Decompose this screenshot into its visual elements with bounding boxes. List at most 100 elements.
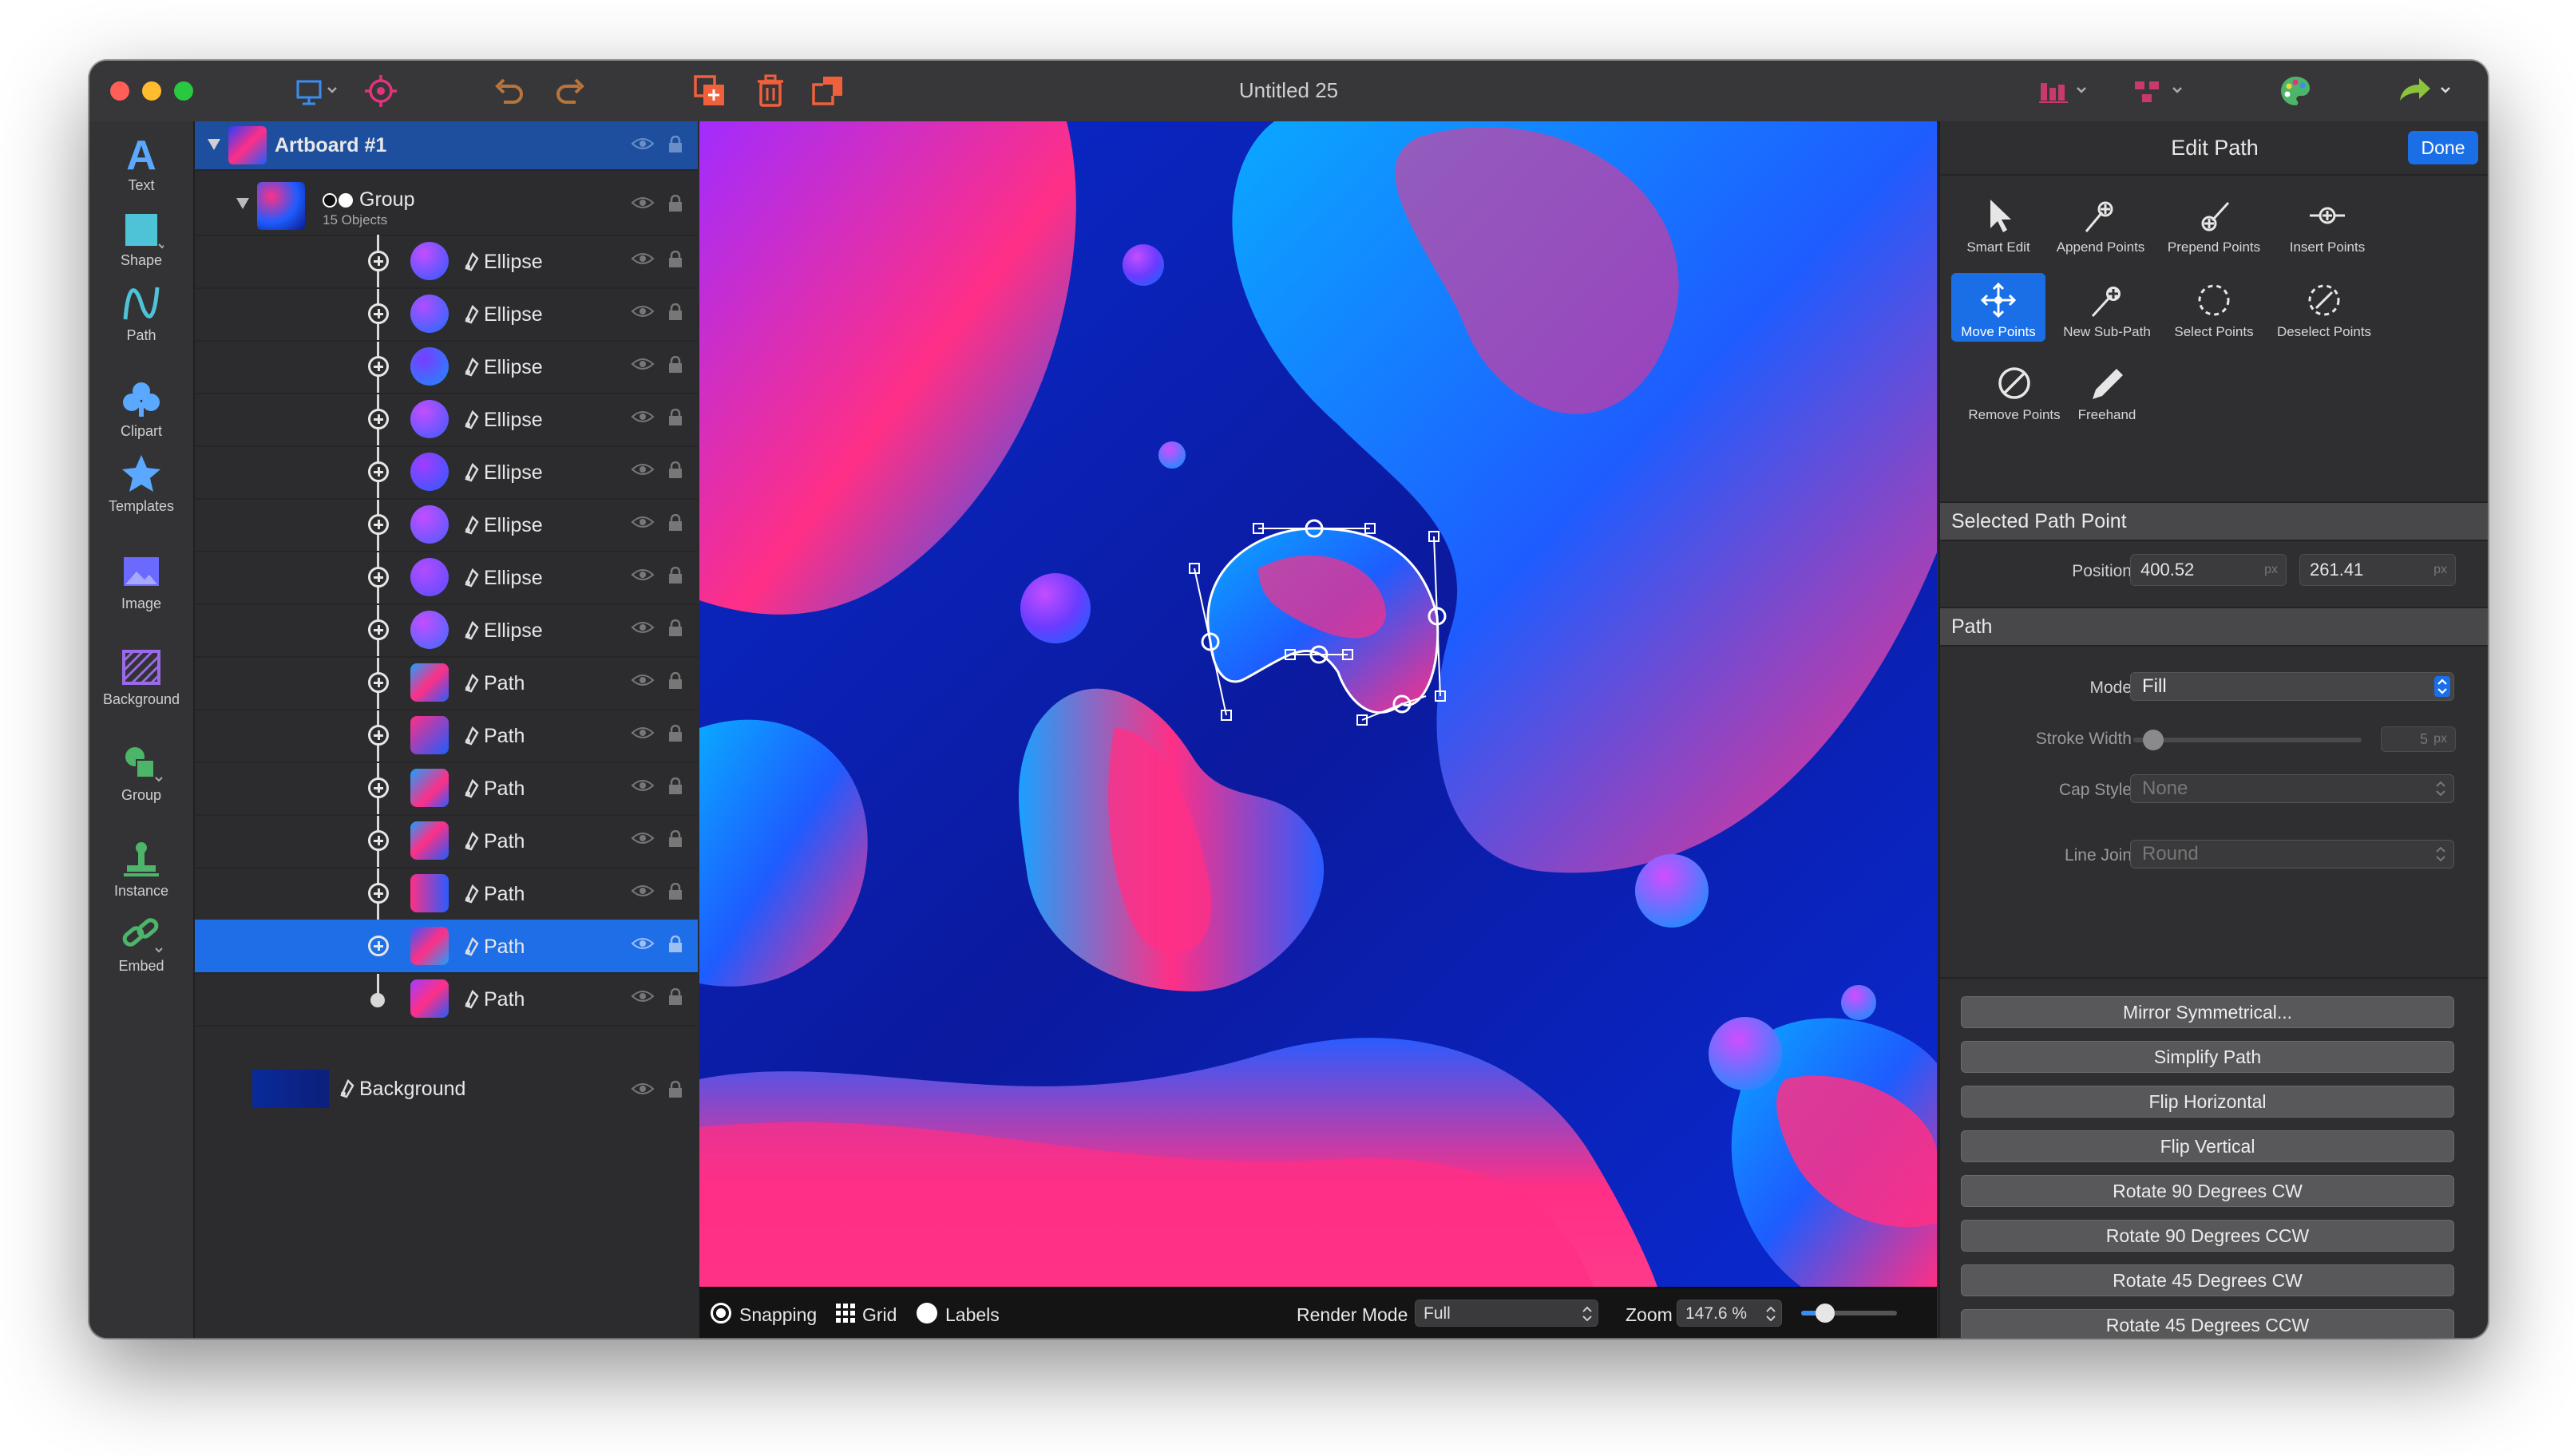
- expand-icon[interactable]: [368, 514, 389, 535]
- done-button[interactable]: Done: [2408, 131, 2478, 164]
- lock-icon[interactable]: [667, 725, 683, 742]
- eye-icon[interactable]: [631, 567, 655, 583]
- canvas[interactable]: [699, 121, 1937, 1287]
- action-button[interactable]: Rotate 90 Degrees CCW: [1961, 1220, 2454, 1252]
- path-tool-smart-edit[interactable]: Smart Edit: [1946, 188, 2050, 255]
- layer-row[interactable]: Path: [195, 920, 698, 974]
- expand-icon[interactable]: [368, 883, 389, 904]
- lock-icon[interactable]: [667, 461, 683, 479]
- eye-icon[interactable]: [631, 195, 655, 211]
- expand-icon[interactable]: [368, 777, 389, 798]
- path-tool-insert-points[interactable]: Insert Points: [2275, 188, 2379, 255]
- action-button[interactable]: Rotate 90 Degrees CW: [1961, 1175, 2454, 1207]
- stroke-width-field[interactable]: 5 px: [2381, 726, 2456, 752]
- lock-icon[interactable]: [667, 195, 683, 212]
- expand-icon[interactable]: [368, 409, 389, 429]
- layer-row[interactable]: Ellipse: [195, 498, 698, 552]
- expand-icon[interactable]: [368, 461, 389, 482]
- color-palette-button[interactable]: [2275, 72, 2315, 110]
- mode-select[interactable]: Fill: [2130, 672, 2454, 701]
- expand-icon[interactable]: [368, 725, 389, 746]
- path-tool-append-points[interactable]: Append Points: [2049, 188, 2152, 255]
- action-button[interactable]: Flip Horizontal: [1961, 1086, 2454, 1118]
- lock-icon[interactable]: [667, 619, 683, 637]
- expand-icon[interactable]: [368, 619, 389, 640]
- tool-embed[interactable]: Embed: [89, 910, 193, 975]
- tool-group[interactable]: Group: [89, 739, 193, 804]
- tool-text[interactable]: A Text: [89, 129, 193, 194]
- layer-row[interactable]: Path: [195, 762, 698, 816]
- lock-icon[interactable]: [667, 356, 683, 374]
- action-button[interactable]: Mirror Symmetrical...: [1961, 996, 2454, 1028]
- layer-row[interactable]: Ellipse: [195, 340, 698, 394]
- lock-icon[interactable]: [667, 883, 683, 900]
- lock-icon[interactable]: [667, 830, 683, 848]
- eye-icon[interactable]: [631, 777, 655, 793]
- eye-icon[interactable]: [631, 988, 655, 1004]
- path-tool-freehand[interactable]: Freehand: [2055, 356, 2159, 423]
- action-button[interactable]: Rotate 45 Degrees CW: [1961, 1264, 2454, 1296]
- action-button[interactable]: Flip Vertical: [1961, 1130, 2454, 1162]
- eye-icon[interactable]: [631, 830, 655, 846]
- stroke-width-slider[interactable]: [2133, 730, 2362, 750]
- tool-templates[interactable]: Templates: [89, 450, 193, 515]
- eye-icon[interactable]: [631, 356, 655, 372]
- layer-row[interactable]: Path: [195, 867, 698, 921]
- eye-icon[interactable]: [631, 672, 655, 688]
- path-tool-select-points[interactable]: Select Points: [2162, 273, 2266, 340]
- layer-row[interactable]: Ellipse: [195, 287, 698, 342]
- path-tool-new-sub-path[interactable]: New Sub-Path: [2055, 273, 2159, 340]
- eye-icon[interactable]: [631, 619, 655, 635]
- lock-icon[interactable]: [667, 777, 683, 795]
- labels-toggle[interactable]: [917, 1303, 937, 1323]
- eye-icon[interactable]: [631, 251, 655, 267]
- align-menu-button[interactable]: [2036, 72, 2092, 110]
- position-x-field[interactable]: 400.52 px: [2130, 554, 2287, 586]
- lock-icon[interactable]: [667, 567, 683, 584]
- eye-icon[interactable]: [631, 136, 655, 152]
- lock-icon[interactable]: [667, 409, 683, 426]
- tool-path[interactable]: Path: [89, 279, 193, 344]
- artboard-artwork[interactable]: [699, 121, 1937, 1287]
- position-y-field[interactable]: 261.41 px: [2299, 554, 2456, 586]
- lock-icon[interactable]: [667, 303, 683, 321]
- expand-icon[interactable]: [368, 303, 389, 324]
- tool-background[interactable]: Background: [89, 643, 193, 708]
- lock-icon[interactable]: [667, 988, 683, 1006]
- zoom-slider-knob[interactable]: [1816, 1304, 1835, 1323]
- tool-image[interactable]: Image: [89, 548, 193, 612]
- layer-row[interactable]: Path: [195, 972, 698, 1027]
- line-join-select[interactable]: Round: [2130, 840, 2454, 868]
- tool-instance[interactable]: Instance: [89, 835, 193, 900]
- path-tool-deselect-points[interactable]: Deselect Points: [2272, 273, 2376, 340]
- layer-row[interactable]: Ellipse: [195, 393, 698, 447]
- eye-icon[interactable]: [631, 1081, 655, 1097]
- cap-style-select[interactable]: None: [2130, 774, 2454, 803]
- eye-icon[interactable]: [631, 409, 655, 425]
- expand-icon[interactable]: [368, 672, 389, 693]
- eye-icon[interactable]: [631, 725, 655, 741]
- share-menu-button[interactable]: [2395, 72, 2459, 110]
- lock-icon[interactable]: [667, 672, 683, 690]
- layer-row[interactable]: Ellipse: [195, 235, 698, 289]
- zoom-slider[interactable]: [1801, 1304, 1897, 1323]
- disclosure-triangle-icon[interactable]: [235, 196, 251, 211]
- eye-icon[interactable]: [631, 461, 655, 477]
- tool-clipart[interactable]: Clipart: [89, 375, 193, 440]
- layer-artboard[interactable]: Artboard #1: [195, 121, 698, 171]
- lock-icon[interactable]: [667, 136, 683, 153]
- layer-background[interactable]: Background: [195, 1058, 698, 1119]
- layer-row[interactable]: Path: [195, 814, 698, 868]
- action-button[interactable]: Simplify Path: [1961, 1041, 2454, 1073]
- render-mode-select[interactable]: Full: [1415, 1300, 1598, 1327]
- lock-icon[interactable]: [667, 936, 683, 953]
- expand-icon[interactable]: [368, 356, 389, 377]
- tool-shape[interactable]: Shape: [89, 204, 193, 269]
- action-button[interactable]: Rotate 45 Degrees CCW: [1961, 1309, 2454, 1338]
- lock-icon[interactable]: [667, 514, 683, 532]
- expand-icon[interactable]: [368, 567, 389, 588]
- layer-row[interactable]: Path: [195, 709, 698, 763]
- path-tool-prepend-points[interactable]: Prepend Points: [2162, 188, 2266, 255]
- expand-icon[interactable]: [368, 830, 389, 851]
- layer-group[interactable]: Group 15 Objects: [195, 169, 698, 236]
